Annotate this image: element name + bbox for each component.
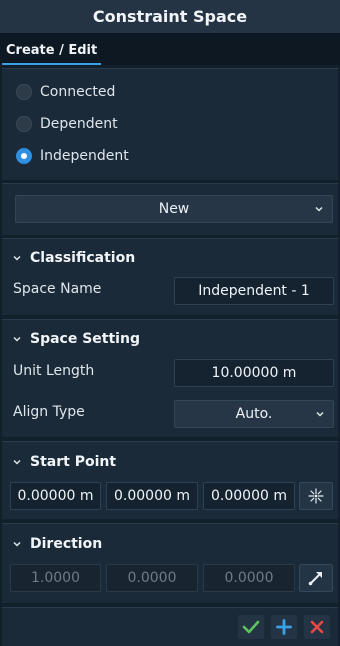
direction-y-field[interactable]: 0.0000 <box>106 564 198 592</box>
section-title: Classification <box>30 250 136 266</box>
align-type-value: Auto. <box>235 406 273 422</box>
section-title: Space Setting <box>30 331 140 347</box>
radio-button[interactable] <box>16 84 32 100</box>
start-point-x-field[interactable]: 0.00000 m <box>10 482 101 510</box>
crosshair-star-icon <box>308 488 324 504</box>
space-select-panel: New <box>2 183 338 235</box>
cancel-button[interactable] <box>304 615 330 639</box>
chevron-down-icon <box>13 336 21 342</box>
direction-z-field[interactable]: 0.0000 <box>203 564 295 592</box>
check-icon <box>242 620 260 634</box>
chevron-down-icon <box>13 459 21 465</box>
space-setting-header[interactable]: Space Setting <box>12 328 140 350</box>
radio-dependent[interactable]: Dependent <box>16 112 118 136</box>
radio-independent[interactable]: Independent <box>16 144 129 168</box>
start-point-z-field[interactable]: 0.00000 m <box>203 482 295 510</box>
close-icon <box>310 620 324 634</box>
classification-panel: Classification Space Name Independent - … <box>2 238 338 315</box>
direction-header[interactable]: Direction <box>12 533 102 555</box>
pick-start-point-button[interactable] <box>299 482 333 510</box>
window-title: Constraint Space <box>0 0 340 33</box>
tab-strip: Create / Edit <box>0 33 340 65</box>
start-point-y-field[interactable]: 0.00000 m <box>106 482 198 510</box>
space-name-label: Space Name <box>13 281 102 297</box>
align-type-dropdown[interactable]: Auto. <box>174 400 334 428</box>
footer-panel <box>2 607 338 646</box>
direction-panel: Direction 1.0000 0.0000 0.0000 <box>2 523 338 603</box>
classification-header[interactable]: Classification <box>12 247 135 269</box>
confirm-button[interactable] <box>238 615 264 639</box>
start-point-header[interactable]: Start Point <box>12 451 116 473</box>
section-title: Start Point <box>30 454 117 470</box>
space-select-dropdown[interactable]: New <box>15 195 333 223</box>
section-title: Direction <box>30 536 103 552</box>
radio-button[interactable] <box>16 116 32 132</box>
arrow-diagonal-icon <box>308 572 322 586</box>
radio-button[interactable] <box>16 148 32 164</box>
chevron-down-icon <box>316 411 324 417</box>
unit-length-label: Unit Length <box>13 363 95 379</box>
unit-length-field[interactable]: 10.00000 m <box>174 359 334 387</box>
chevron-down-icon <box>13 255 21 261</box>
tab-create-edit[interactable]: Create / Edit <box>2 37 102 65</box>
pick-direction-button[interactable] <box>299 564 333 592</box>
radio-label: Connected <box>40 84 116 100</box>
radio-label: Independent <box>40 148 129 164</box>
add-button[interactable] <box>271 615 297 639</box>
space-name-field[interactable]: Independent - 1 <box>174 277 334 305</box>
space-select-value: New <box>158 201 190 217</box>
align-type-label: Align Type <box>13 404 85 420</box>
direction-x-field[interactable]: 1.0000 <box>10 564 101 592</box>
start-point-panel: Start Point 0.00000 m 0.00000 m 0.00000 … <box>2 441 338 519</box>
radio-connected[interactable]: Connected <box>16 80 115 104</box>
space-type-panel: Connected Dependent Independent <box>2 68 338 180</box>
radio-label: Dependent <box>40 116 118 132</box>
space-setting-panel: Space Setting Unit Length 10.00000 m Ali… <box>2 319 338 437</box>
chevron-down-icon <box>13 541 21 547</box>
plus-icon <box>276 619 292 635</box>
chevron-down-icon <box>315 206 323 212</box>
